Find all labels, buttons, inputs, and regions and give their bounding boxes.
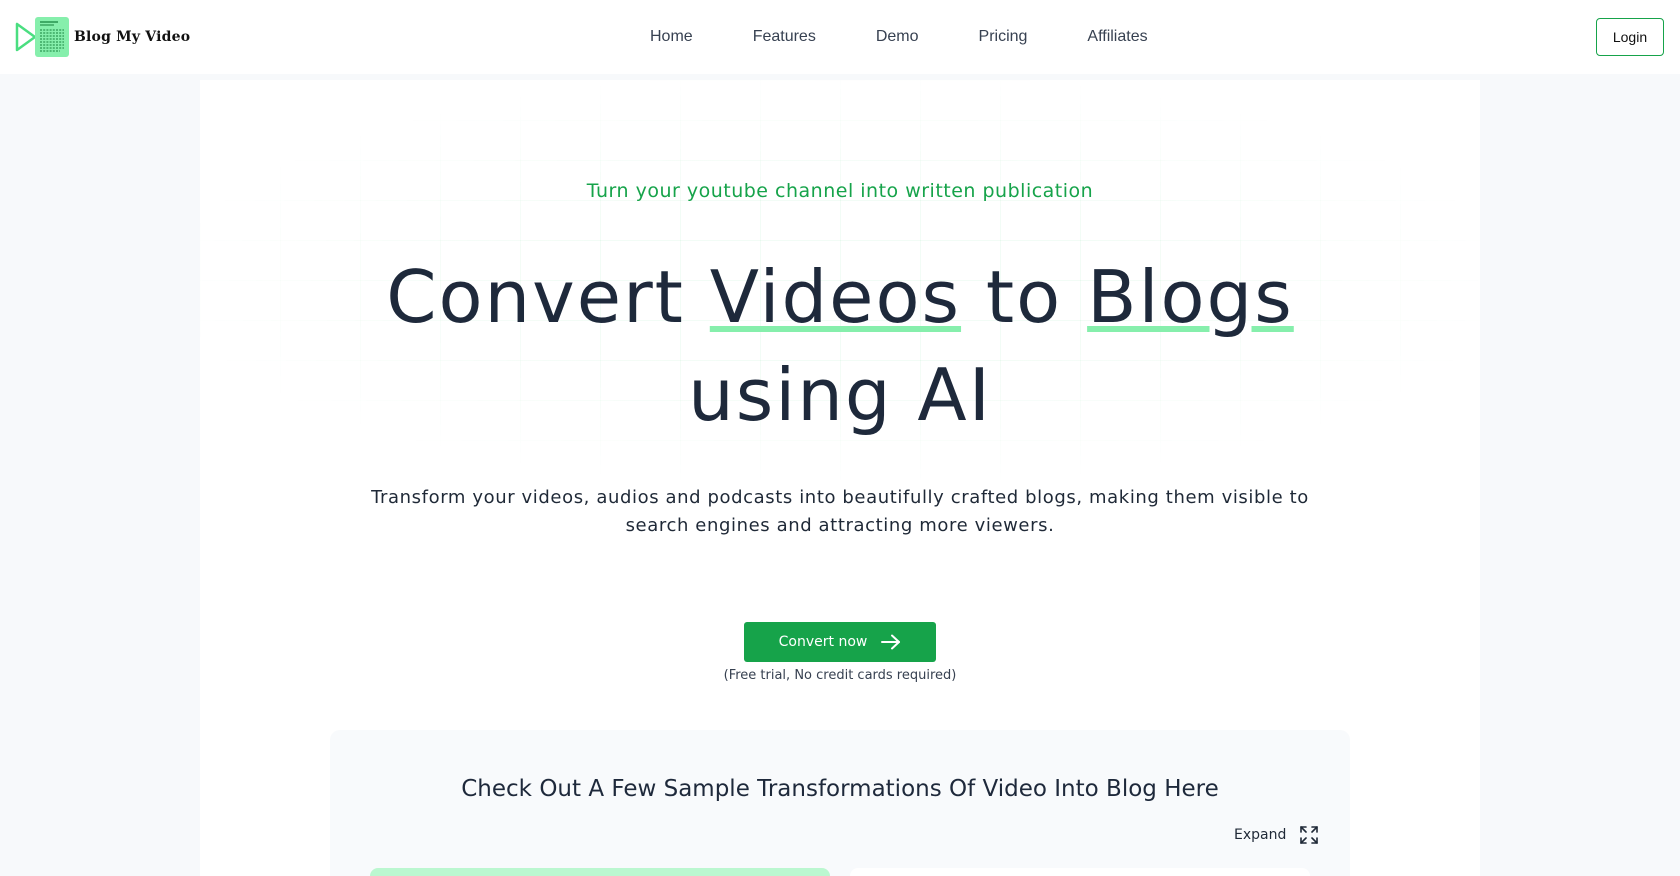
hero-title: Convert Videos to Blogs using AI <box>200 248 1480 444</box>
hero-section: Turn your youtube channel into written p… <box>200 80 1480 876</box>
nav-item-affiliates[interactable]: Affiliates <box>1057 24 1177 50</box>
hero-title-part2: to <box>961 255 1088 339</box>
login-button[interactable]: Login <box>1596 18 1664 56</box>
nav-item-demo[interactable]: Demo <box>846 24 949 50</box>
convert-now-label: Convert now <box>778 634 868 650</box>
main-nav: Home Features Demo Pricing Affiliates <box>620 24 1178 50</box>
expand-icon <box>1300 826 1319 844</box>
brand-name: Blog My Video <box>74 29 191 45</box>
hero-eyebrow: Turn your youtube channel into written p… <box>586 180 1094 202</box>
sample-video-card[interactable] <box>370 868 830 876</box>
hero-title-part1: Convert <box>386 255 710 339</box>
hero-title-line2: using AI <box>688 353 992 437</box>
samples-panel: Check Out A Few Sample Transformations O… <box>330 730 1350 876</box>
brand-logo-link[interactable]: Blog My Video <box>14 16 190 58</box>
convert-now-button[interactable]: Convert now <box>744 622 936 662</box>
sample-blog-card[interactable] <box>850 868 1310 876</box>
play-document-logo-icon <box>15 17 69 57</box>
site-header: Blog My Video Home Features Demo Pricing… <box>0 0 1680 74</box>
hero-title-highlight-videos: Videos <box>709 255 962 339</box>
nav-item-features[interactable]: Features <box>723 24 846 50</box>
samples-title: Check Out A Few Sample Transformations O… <box>461 776 1219 802</box>
cta-note: (Free trial, No credit cards required) <box>723 668 957 683</box>
nav-item-pricing[interactable]: Pricing <box>949 24 1058 50</box>
expand-label: Expand <box>1234 827 1287 843</box>
hero-title-highlight-blogs: Blogs <box>1087 255 1294 339</box>
hero-subtitle: Transform your videos, audios and podcas… <box>371 487 1309 536</box>
expand-button[interactable]: Expand <box>1234 826 1319 844</box>
arrow-right-icon <box>881 634 901 650</box>
nav-item-home[interactable]: Home <box>620 24 723 50</box>
